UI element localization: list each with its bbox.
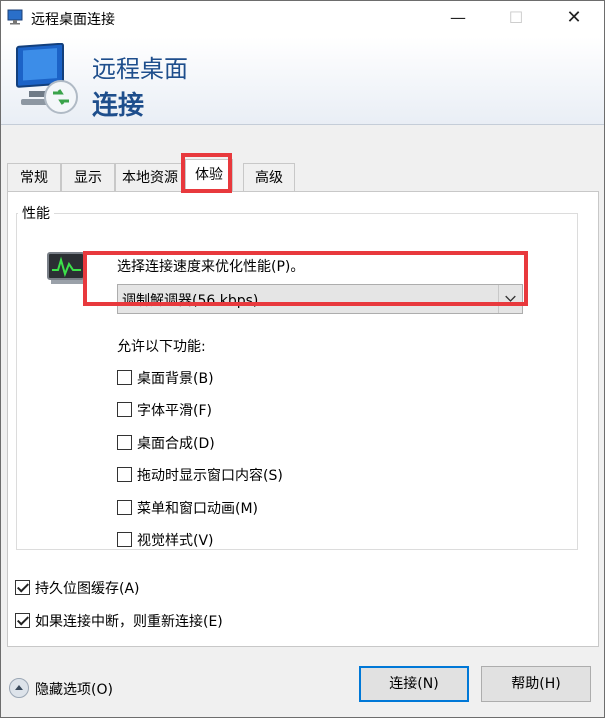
checkbox-label: 字体平滑(F) [137,403,212,419]
minimize-button[interactable]: — [435,1,481,37]
checkbox-label: 如果连接中断，则重新连接(E) [35,614,223,630]
chevron-up-icon[interactable] [9,678,29,698]
tab-advanced[interactable]: 高级 [243,163,295,191]
remote-desktop-monitor-icon [16,43,78,114]
tab-general[interactable]: 常规 [7,163,61,191]
window-title: 远程桌面连接 [31,12,115,28]
checkbox-label: 持久位图缓存(A) [35,581,140,597]
title-bar: 远程桌面连接 — ☐ ✕ [1,1,604,37]
checkbox-label: 拖动时显示窗口内容(S) [137,468,283,484]
help-button[interactable]: 帮助(H) [481,666,591,702]
tab-local-resources[interactable]: 本地资源 [115,163,185,191]
connect-button[interactable]: 连接(N) [359,666,469,702]
rdp-window: 远程桌面连接 — ☐ ✕ 远程桌面 连接 常规 显示 本地资源 体验 高级 选择… [0,0,605,718]
checkbox[interactable] [117,370,132,385]
tab-highlight-box [181,153,232,193]
checkbox[interactable] [15,613,30,628]
checkbox[interactable] [15,580,30,595]
performance-group-title: 性能 [18,203,54,223]
checkbox-label: 视觉样式(V) [137,533,214,549]
banner-title-line1: 远程桌面 [92,55,188,83]
hide-options-label: 隐藏选项(O) [35,682,113,698]
checkbox-label: 桌面合成(D) [137,436,215,452]
tab-display[interactable]: 显示 [61,163,115,191]
checkbox[interactable] [117,435,132,450]
banner-title-line2: 连接 [92,91,145,121]
allow-features-label: 允许以下功能: [117,339,206,355]
maximize-button[interactable]: ☐ [493,1,539,37]
checkbox-label: 菜单和窗口动画(M) [137,501,259,517]
close-button[interactable]: ✕ [551,1,597,37]
checkbox[interactable] [117,500,132,515]
checkbox-label: 桌面背景(B) [137,371,214,387]
banner: 远程桌面 连接 [1,37,604,125]
performance-monitor-icon [47,252,85,284]
checkbox[interactable] [117,467,132,482]
checkbox[interactable] [117,532,132,547]
remote-desktop-icon [7,9,23,25]
select-highlight-box [83,251,528,306]
checkbox[interactable] [117,402,132,417]
